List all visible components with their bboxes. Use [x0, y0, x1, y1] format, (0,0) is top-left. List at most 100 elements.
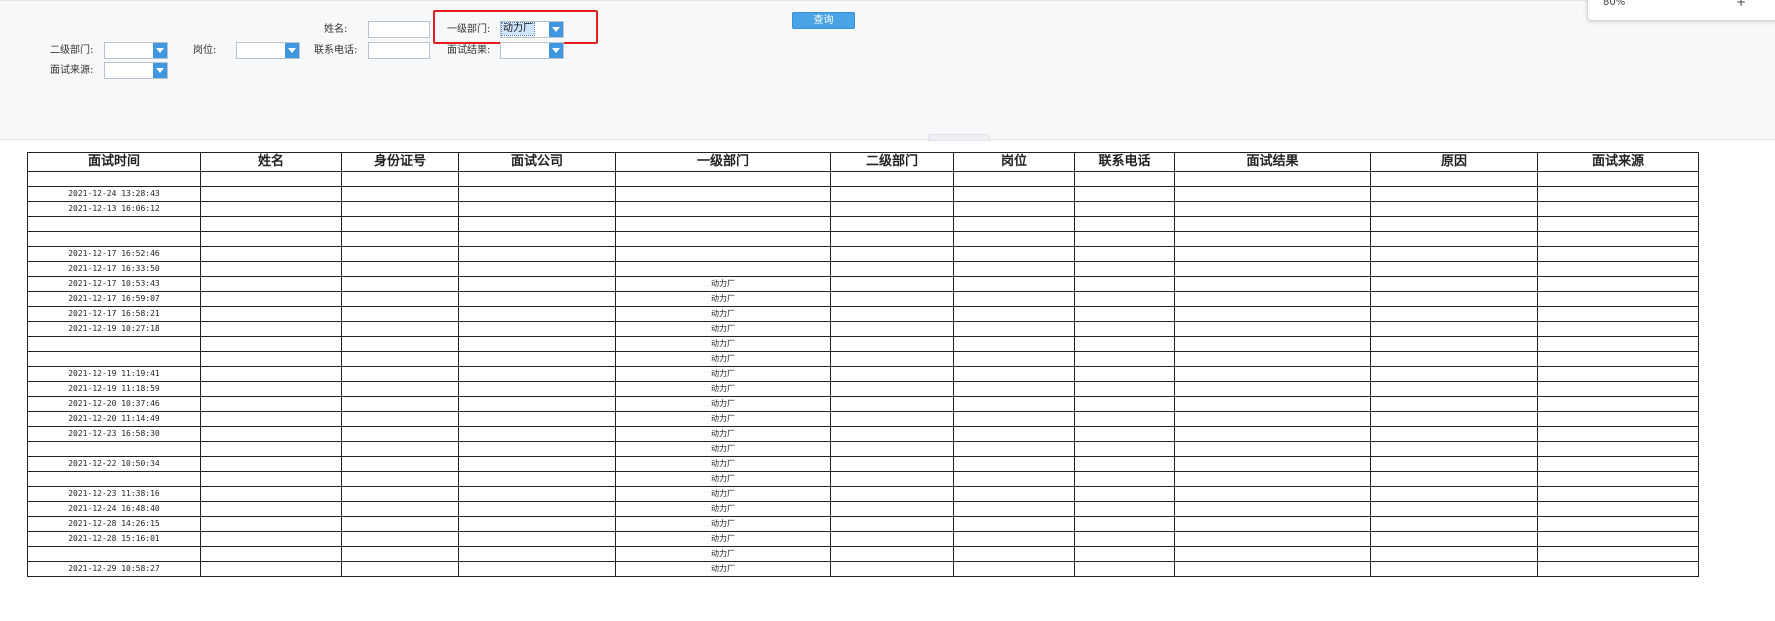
position-dropdown-button[interactable]	[285, 43, 299, 58]
table-cell	[341, 186, 459, 202]
table-cell	[1370, 291, 1538, 307]
table-cell	[1174, 186, 1371, 202]
table-cell	[1537, 396, 1699, 412]
chevron-down-icon	[156, 68, 164, 73]
table-cell	[1174, 291, 1371, 307]
table-cell	[200, 171, 342, 187]
table-cell	[1074, 441, 1175, 457]
table-cell	[200, 471, 342, 487]
table-row: 2021-12-17 16:52:46	[27, 246, 1699, 262]
collapse-handle[interactable]	[928, 134, 990, 141]
table-cell: 2021-12-29 10:58:27	[27, 561, 201, 577]
result-dropdown-button[interactable]	[549, 43, 563, 58]
table-cell	[1537, 531, 1699, 547]
table-cell	[830, 231, 954, 247]
table-cell: 动力厂	[615, 411, 831, 427]
table-cell	[953, 291, 1075, 307]
table-cell	[1370, 336, 1538, 352]
table-cell	[953, 186, 1075, 202]
dept2-select[interactable]	[104, 42, 168, 59]
phone-input[interactable]	[368, 42, 430, 59]
table-cell	[458, 261, 616, 277]
panel-divider	[0, 139, 1775, 140]
table-cell	[1074, 171, 1175, 187]
table-cell: 动力厂	[615, 471, 831, 487]
column-header: 二级部门	[830, 152, 954, 172]
name-input[interactable]	[368, 21, 430, 38]
table-cell	[341, 426, 459, 442]
table-cell	[830, 336, 954, 352]
table-cell	[1074, 456, 1175, 472]
table-cell	[1074, 321, 1175, 337]
table-cell: 2021-12-24 13:28:43	[27, 186, 201, 202]
table-cell	[341, 381, 459, 397]
table-cell	[341, 231, 459, 247]
table-cell	[1370, 321, 1538, 337]
table-cell	[1537, 381, 1699, 397]
table-cell	[1370, 261, 1538, 277]
table-cell	[1537, 201, 1699, 217]
table-cell	[1174, 201, 1371, 217]
table-cell	[1537, 171, 1699, 187]
table-cell	[830, 321, 954, 337]
table-cell	[27, 351, 201, 367]
table-cell: 2021-12-17 16:58:21	[27, 306, 201, 322]
table-cell	[341, 261, 459, 277]
table-cell: 2021-12-22 10:50:34	[27, 456, 201, 472]
table-cell	[1074, 471, 1175, 487]
table-cell: 2021-12-17 16:52:46	[27, 246, 201, 262]
source-label: 面试来源:	[50, 65, 94, 76]
table-cell	[458, 321, 616, 337]
source-dropdown-button[interactable]	[153, 63, 167, 78]
source-select[interactable]	[104, 62, 168, 79]
table-row: 动力厂	[27, 351, 1699, 367]
query-button[interactable]: 查询	[792, 12, 855, 29]
table-cell	[200, 321, 342, 337]
table-cell	[1174, 561, 1371, 577]
table-cell	[1537, 546, 1699, 562]
table-cell	[458, 201, 616, 217]
table-cell	[200, 336, 342, 352]
table-cell	[953, 411, 1075, 427]
table-cell	[830, 441, 954, 457]
table-cell	[830, 426, 954, 442]
table-cell	[1537, 216, 1699, 232]
zoom-popup: 80% +	[1587, 0, 1775, 21]
dept1-dropdown-button[interactable]	[549, 22, 563, 37]
table-cell	[830, 561, 954, 577]
table-cell	[830, 381, 954, 397]
table-cell	[830, 201, 954, 217]
table-cell	[341, 276, 459, 292]
table-cell	[200, 201, 342, 217]
column-header: 面试时间	[27, 152, 201, 172]
table-cell	[1370, 216, 1538, 232]
position-select[interactable]	[236, 42, 300, 59]
table-cell	[1174, 246, 1371, 262]
table-cell: 动力厂	[615, 381, 831, 397]
result-select[interactable]	[500, 42, 564, 59]
table-cell	[1174, 471, 1371, 487]
table-cell	[458, 546, 616, 562]
table-row: 2021-12-24 16:48:40 动力厂	[27, 501, 1699, 517]
table-cell	[200, 366, 342, 382]
table-row: 2021-12-22 10:50:34 动力厂	[27, 456, 1699, 472]
dept2-dropdown-button[interactable]	[153, 43, 167, 58]
table-cell	[1074, 231, 1175, 247]
table-cell	[341, 531, 459, 547]
table-cell	[1174, 531, 1371, 547]
column-header: 一级部门	[615, 152, 831, 172]
table-cell: 动力厂	[615, 336, 831, 352]
table-cell: 动力厂	[615, 276, 831, 292]
zoom-in-button[interactable]: +	[1736, 0, 1746, 9]
table-cell	[1074, 426, 1175, 442]
dept1-select[interactable]: 动力厂	[500, 21, 564, 38]
table-cell	[1537, 351, 1699, 367]
table-row	[27, 231, 1699, 247]
table-cell	[458, 516, 616, 532]
table-cell	[27, 471, 201, 487]
chevron-down-icon	[288, 48, 296, 53]
table-cell	[200, 456, 342, 472]
table-cell	[953, 396, 1075, 412]
table-cell	[1370, 411, 1538, 427]
table-body: 2021-12-24 13:28:43 2021-12-13 16:06:12 20…	[27, 171, 1699, 577]
